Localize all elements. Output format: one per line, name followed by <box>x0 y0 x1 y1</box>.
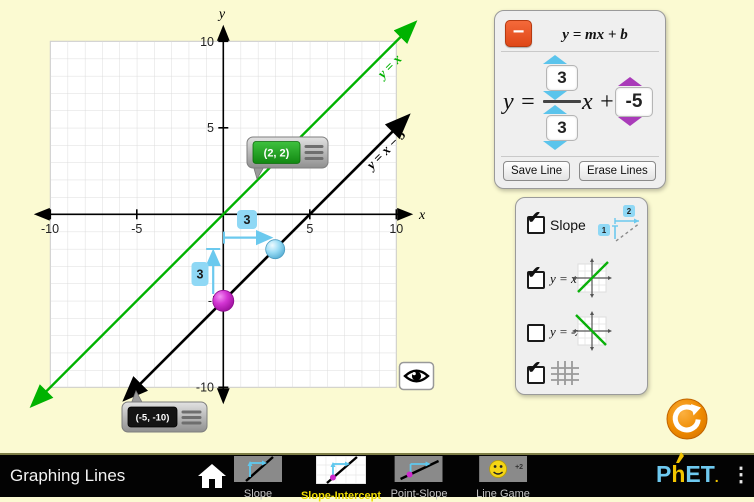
intercept-point-handle[interactable] <box>213 290 234 311</box>
erase-lines-button[interactable]: Erase Lines <box>579 161 656 181</box>
tab-point-slope[interactable]: Point-Slope <box>391 456 448 500</box>
y-equals-x-icon <box>568 256 616 300</box>
y-axis-label: y <box>217 7 226 22</box>
y-tick-5: 5 <box>207 121 214 135</box>
slope-checkbox-label: Slope <box>550 217 586 233</box>
y-equals-neg-x-checkbox[interactable] <box>527 324 545 342</box>
y-equals-neg-x-icon <box>568 309 616 353</box>
point-tool-black[interactable]: (-5, -10) <box>122 391 207 432</box>
x-tick-neg10: -10 <box>41 222 59 236</box>
slope-intercept-tab-icon <box>316 456 366 484</box>
intercept-increment-arrow[interactable] <box>618 77 642 86</box>
slope-point-handle[interactable] <box>266 240 285 259</box>
tab-point-slope-label: Point-Slope <box>391 488 448 500</box>
equation-x-term: x + <box>582 89 615 116</box>
menu-dots-icon[interactable]: ⋮ <box>731 462 751 487</box>
sim-title: Graphing Lines <box>10 466 125 486</box>
point-tool-green-value: (2, 2) <box>264 148 290 160</box>
y-tick-neg10: -10 <box>196 381 214 395</box>
slope-tool-icon: 2 1 <box>592 202 644 246</box>
check-icon: ✔ <box>527 208 541 228</box>
slope-tab-icon <box>234 456 282 482</box>
tab-slope-intercept[interactable]: Slope-Intercept <box>301 456 381 502</box>
line-game-tab-icon: +2 <box>479 456 527 482</box>
options-panel: ✔ Slope 2 1 ✔ y = x y = -x <box>515 197 648 395</box>
flame-icon <box>674 452 686 463</box>
x-tick-10: 10 <box>389 222 403 236</box>
grid-checkbox[interactable]: ✔ <box>527 366 545 384</box>
y-tick-10: 10 <box>200 35 214 49</box>
reset-all-button[interactable] <box>665 397 709 441</box>
line-game-badge: +2 <box>515 464 523 471</box>
run-decrement-arrow[interactable] <box>543 141 567 150</box>
logo-letter: P <box>656 461 671 487</box>
tab-slope-label: Slope <box>234 488 282 500</box>
rise-value-box: 3 <box>546 65 578 91</box>
run-value: 3 <box>244 213 251 227</box>
run-value-box: 3 <box>546 115 578 141</box>
run-increment-arrow[interactable] <box>543 105 567 114</box>
rise-increment-arrow[interactable] <box>543 55 567 64</box>
rise-decrement-arrow[interactable] <box>543 91 567 100</box>
logo-dot: . <box>715 469 719 485</box>
y-equals-x-checkbox[interactable]: ✔ <box>527 271 545 289</box>
x-axis-label: x <box>418 208 426 223</box>
save-line-button[interactable]: Save Line <box>503 161 570 181</box>
intercept-decrement-arrow[interactable] <box>618 117 642 126</box>
tab-line-game-label: Line Game <box>476 488 530 500</box>
tab-slope-intercept-label: Slope-Intercept <box>301 490 381 502</box>
divider <box>501 156 659 157</box>
equation-panel: − y = mx + b y = 3 3 x + -5 Save Line Er… <box>494 10 666 189</box>
equation-lhs: y = <box>503 89 536 116</box>
point-tool-black-value: (-5, -10) <box>136 413 170 424</box>
minus-icon: − <box>513 21 525 43</box>
navigation-bar: Graphing Lines Slope Slope-Intercept <box>0 453 754 497</box>
rise-value: 3 <box>197 268 204 282</box>
logo-letter: ET <box>685 461 714 487</box>
logo-letter: h <box>671 461 685 487</box>
check-icon: ✔ <box>527 358 541 378</box>
hide-lines-button[interactable] <box>400 363 434 390</box>
tab-slope[interactable]: Slope <box>234 456 282 500</box>
equation-panel-title: y = mx + b <box>533 27 657 44</box>
slope-checkbox[interactable]: ✔ <box>527 216 545 234</box>
check-icon: ✔ <box>527 263 541 283</box>
home-icon <box>198 464 226 488</box>
svg-text:2: 2 <box>627 207 632 216</box>
grid-icon <box>550 360 584 386</box>
x-tick-neg5: -5 <box>131 222 142 236</box>
divider <box>501 51 659 52</box>
smiley-icon <box>490 461 507 478</box>
tab-line-game[interactable]: +2 Line Game <box>476 456 530 500</box>
graph-area: x -10 -5 5 10 y 10 5 -5 -10 y = x y = x … <box>0 0 460 450</box>
point-slope-tab-icon <box>395 456 443 482</box>
x-tick-5: 5 <box>306 222 313 236</box>
phet-logo[interactable]: PhET. <box>656 461 719 488</box>
home-button[interactable] <box>197 463 227 489</box>
collapse-button[interactable]: − <box>505 20 532 47</box>
intercept-value-box: -5 <box>615 87 653 117</box>
svg-text:1: 1 <box>602 226 607 235</box>
fraction-bar <box>543 100 581 103</box>
